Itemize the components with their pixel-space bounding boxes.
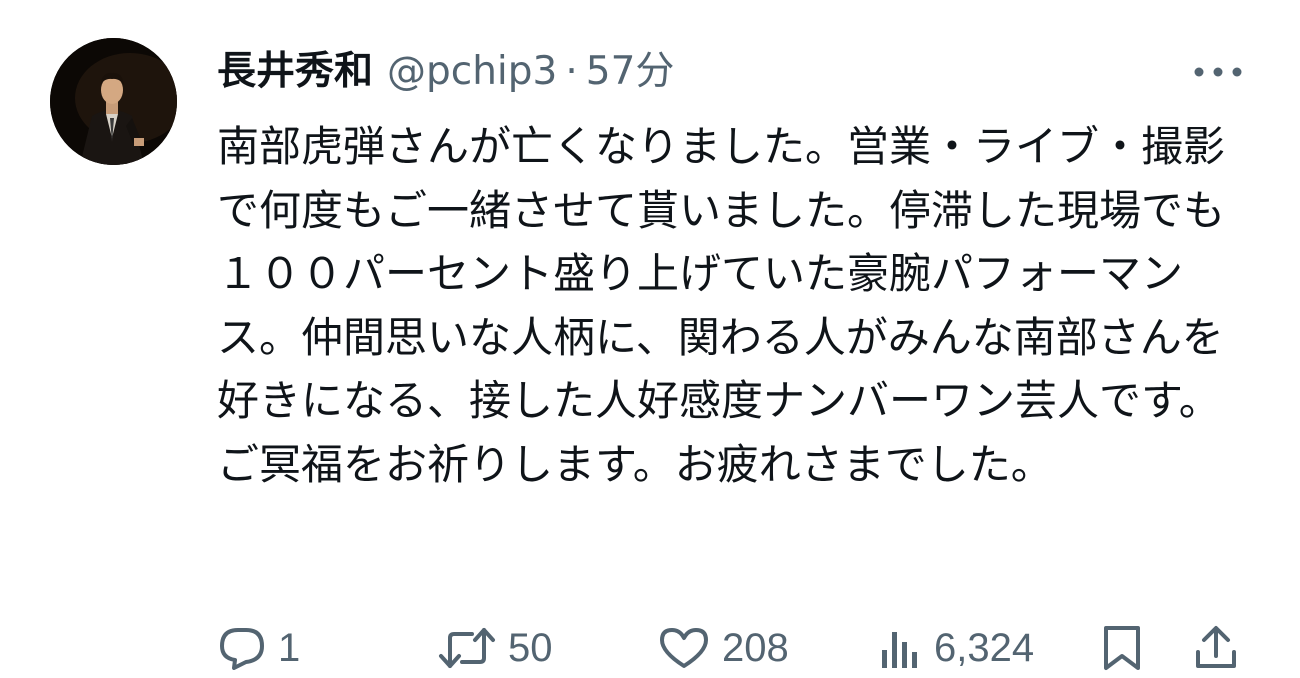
avatar-image — [50, 38, 177, 165]
retweet-button[interactable]: 50 — [438, 618, 553, 678]
heart-icon — [658, 626, 710, 670]
views-button[interactable]: 6,324 — [878, 618, 1034, 678]
bookmark-button[interactable] — [1100, 618, 1144, 678]
retweet-icon — [438, 626, 496, 670]
share-icon — [1192, 624, 1240, 672]
more-options-button[interactable] — [1188, 50, 1248, 94]
separator-dot: · — [565, 49, 578, 94]
tweet-header: 長井秀和 @pchip3 · 57分 — [217, 46, 674, 98]
views-icon — [878, 626, 922, 670]
retweet-count: 50 — [508, 625, 553, 670]
like-count: 208 — [722, 625, 789, 670]
author-display-name[interactable]: 長井秀和 — [217, 46, 373, 98]
author-handle[interactable]: @pchip3 — [387, 46, 557, 98]
avatar[interactable] — [50, 38, 177, 165]
views-count: 6,324 — [934, 625, 1035, 670]
tweet-timestamp[interactable]: 57分 — [586, 46, 675, 98]
tweet-action-bar: 1 50 208 6,324 — [0, 618, 1300, 678]
reply-button[interactable]: 1 — [218, 618, 300, 678]
bookmark-icon — [1100, 624, 1144, 672]
share-button[interactable] — [1192, 618, 1240, 678]
reply-count: 1 — [278, 625, 301, 670]
like-button[interactable]: 208 — [658, 618, 789, 678]
more-icon — [1193, 66, 1243, 78]
tweet: 長井秀和 @pchip3 · 57分 南部虎弾さんが亡くなりました。営業・ライブ… — [0, 0, 1300, 674]
reply-icon — [218, 626, 266, 670]
tweet-text: 南部虎弾さんが亡くなりました。営業・ライブ・撮影で何度もご一緒させて貰いました。… — [217, 122, 1226, 489]
